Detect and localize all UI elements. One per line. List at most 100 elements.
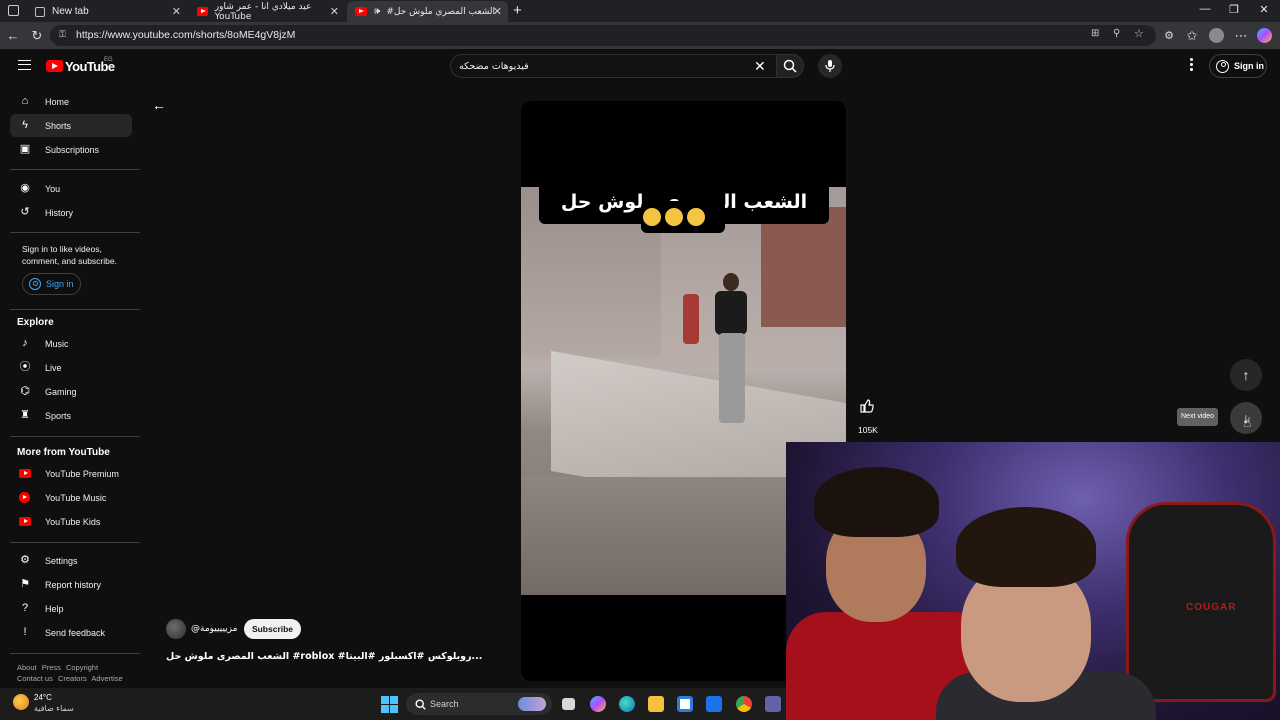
footer-link-about[interactable]: About — [17, 663, 37, 672]
settings-icon: ⚙ — [20, 554, 30, 566]
address-bar[interactable]: ⚿ https://www.youtube.com/shorts/8oME4gV… — [50, 25, 1156, 46]
search-input[interactable]: فيديوهات مضحكه ✕ — [450, 54, 777, 78]
previous-video-button[interactable]: ↑ — [1230, 359, 1262, 391]
sidebar-item-label: Subscriptions — [45, 144, 100, 155]
teams-icon[interactable] — [765, 696, 781, 712]
mail-icon[interactable] — [706, 696, 722, 712]
sidebar-item-shorts[interactable]: ϟ Shorts — [10, 114, 132, 137]
close-tab-icon[interactable]: ✕ — [330, 5, 339, 18]
speaker-icon[interactable]: 🕪 — [374, 6, 380, 17]
weather-icon[interactable] — [13, 694, 29, 710]
laughing-emoji-icon — [665, 208, 683, 226]
restore-icon[interactable]: ❐ — [1219, 3, 1249, 16]
footer-link-contact[interactable]: Contact us — [17, 674, 53, 683]
footer-link-advertise[interactable]: Advertise — [91, 674, 122, 683]
task-view-icon[interactable] — [562, 698, 575, 710]
back-icon[interactable]: ← — [5, 28, 21, 44]
copilot-app-icon[interactable] — [590, 696, 606, 712]
sidebar-item-youtube-premium[interactable]: YouTube Premium — [10, 462, 132, 485]
settings-kebab-icon[interactable] — [1190, 58, 1193, 72]
video-title[interactable]: الشعب المصرى ملوش حل #roblox #روبلوكس #ا… — [166, 651, 482, 662]
tab-youtube-short[interactable]: 🕪 #الشعب المصري ملوش حل ✕ — [347, 1, 508, 22]
divider — [10, 232, 140, 233]
sidebar-item-label: YouTube Kids — [45, 516, 101, 527]
sidebar-item-gaming[interactable]: ⌬ Gaming — [10, 380, 132, 403]
tab-label: New tab — [52, 6, 89, 17]
channel-avatar[interactable] — [166, 619, 186, 639]
youtube-logo-icon[interactable] — [46, 60, 63, 72]
back-arrow-icon[interactable]: ← — [152, 97, 166, 113]
video-person-torso — [715, 291, 747, 335]
sidebar-item-label: Settings — [45, 555, 78, 566]
footer-link-copyright[interactable]: Copyright — [66, 663, 98, 672]
youtube-music-icon — [19, 492, 30, 503]
minimize-icon[interactable]: — — [1190, 3, 1220, 15]
clear-search-icon[interactable]: ✕ — [754, 58, 766, 75]
like-button[interactable] — [856, 395, 878, 417]
tab-new-tab[interactable]: New tab ✕ — [27, 1, 187, 22]
country-code: EG — [104, 57, 113, 63]
youtube-header: YouTube EG فيديوهات مضحكه ✕ Sign in — [0, 49, 1280, 83]
video-person-legs — [719, 333, 745, 423]
search-highlight-icon — [518, 697, 546, 711]
more-icon[interactable]: ⋯ — [1233, 28, 1249, 44]
close-tab-icon[interactable]: ✕ — [172, 5, 181, 18]
sidebar-item-youtube-kids[interactable]: YouTube Kids — [10, 510, 132, 533]
sidebar-item-report-history[interactable]: ⚑ Report history — [10, 573, 132, 596]
profile-avatar[interactable] — [1209, 28, 1224, 43]
microsoft-store-icon[interactable] — [677, 696, 693, 712]
sidebar-item-subscriptions[interactable]: ▣ Subscriptions — [10, 138, 132, 161]
subscribe-button[interactable]: Subscribe — [244, 619, 301, 639]
refresh-icon[interactable]: ↻ — [29, 28, 45, 44]
sidebar-item-music[interactable]: ♪ Music — [10, 332, 132, 355]
sign-in-button[interactable]: Sign in — [1209, 54, 1267, 78]
extensions-icon[interactable]: ⚙ — [1161, 28, 1177, 44]
search-button[interactable] — [776, 54, 804, 78]
sidebar-item-label: YouTube Premium — [45, 468, 119, 479]
arrow-up-icon: ↑ — [1242, 367, 1250, 383]
sidebar-sign-in-button[interactable]: Sign in — [22, 273, 81, 295]
sidebar-item-history[interactable]: ↺ History — [10, 201, 132, 224]
windows-start-icon[interactable] — [381, 696, 398, 713]
sidebar-item-home[interactable]: ⌂ Home — [10, 90, 132, 113]
zoom-icon[interactable]: ⚲ — [1113, 28, 1120, 39]
sidebar-item-live[interactable]: ⦿ Live — [10, 356, 132, 379]
browser-nav-bar: ← ↻ ⚿ https://www.youtube.com/shorts/8oM… — [0, 22, 1280, 49]
sidebar-item-you[interactable]: ◉ You — [10, 177, 132, 200]
sidebar-item-sports[interactable]: ♜ Sports — [10, 404, 132, 427]
divider — [10, 309, 140, 310]
file-explorer-icon[interactable] — [648, 696, 664, 712]
weather-temperature[interactable]: 24°C — [34, 693, 52, 702]
sidebar-item-label: YouTube Music — [45, 492, 107, 503]
channel-info[interactable]: @مزيييييومة — [166, 619, 237, 639]
close-tab-icon[interactable]: ✕ — [493, 5, 502, 18]
sidebar-item-help[interactable]: ? Help — [10, 597, 132, 620]
sidebar-item-label: Send feedback — [45, 627, 106, 638]
sidebar-item-settings[interactable]: ⚙ Settings — [10, 549, 132, 572]
sidebar-item-youtube-music[interactable]: YouTube Music — [10, 486, 132, 509]
weather-description[interactable]: سماء صافية — [34, 704, 74, 713]
voice-search-button[interactable] — [818, 54, 842, 78]
copilot-icon[interactable] — [1257, 28, 1272, 43]
site-info-icon[interactable]: ⚿ — [59, 29, 66, 40]
edge-icon[interactable] — [619, 696, 635, 712]
close-window-icon[interactable]: ✕ — [1249, 3, 1279, 16]
footer-link-press[interactable]: Press — [42, 663, 61, 672]
favorites-icon[interactable]: ✩ — [1184, 28, 1200, 44]
sports-icon: ♜ — [20, 409, 30, 421]
footer-link-creators[interactable]: Creators — [58, 674, 87, 683]
url-text: https://www.youtube.com/shorts/8oME4gV8j… — [76, 29, 296, 41]
taskbar-search[interactable]: Search — [406, 693, 552, 715]
more-from-youtube-heading: More from YouTube — [17, 447, 110, 458]
subscriptions-icon: ▣ — [19, 143, 31, 155]
channel-name[interactable]: @مزيييييومة — [191, 624, 237, 634]
chrome-icon[interactable] — [736, 696, 752, 712]
tab-actions-icon[interactable] — [8, 5, 19, 16]
new-tab-button[interactable]: + — [513, 2, 522, 19]
person-left-hair — [814, 467, 939, 537]
tab-youtube-birthday[interactable]: عيد ميلادي انا - عمر شاور YouTube ✕ — [189, 1, 345, 22]
app-available-icon[interactable]: ⊞ — [1091, 28, 1099, 39]
favorite-icon[interactable]: ☆ — [1134, 27, 1144, 40]
menu-icon[interactable] — [18, 60, 31, 70]
sidebar-item-send-feedback[interactable]: ! Send feedback — [10, 621, 132, 644]
